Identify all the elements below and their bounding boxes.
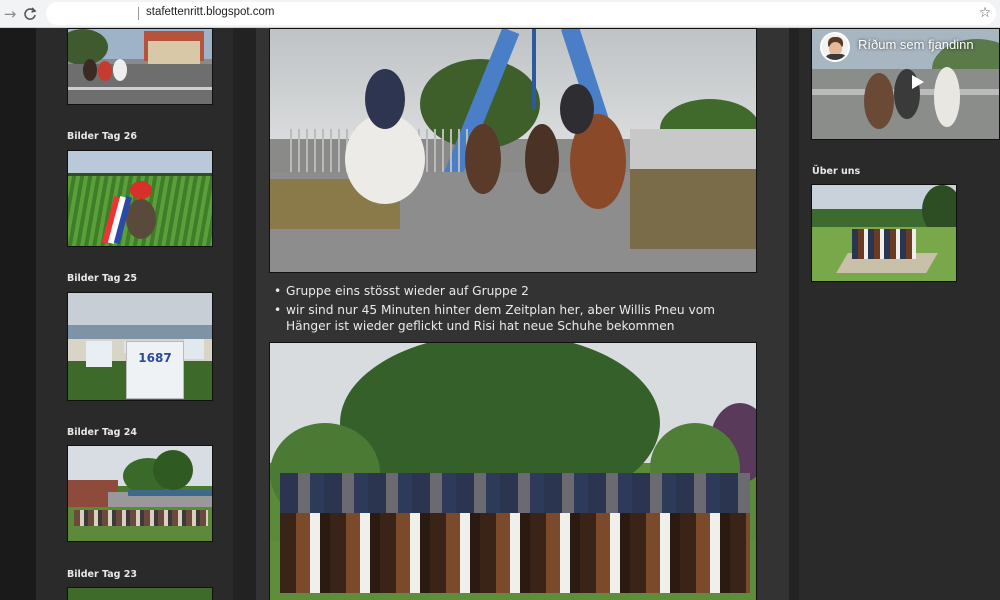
- video-title[interactable]: Ríðum sem fjandinn: [858, 37, 974, 52]
- beach-chair-number: 1687: [138, 351, 172, 365]
- section-title-tag23: Bilder Tag 23: [67, 569, 137, 580]
- reload-icon[interactable]: [20, 4, 40, 24]
- sidebar-photo-tag23[interactable]: [67, 587, 213, 600]
- section-title-tag26: Bilder Tag 26: [67, 131, 137, 142]
- bullet-item-1: Gruppe eins stösst wieder auf Gruppe 2: [272, 283, 742, 300]
- play-icon[interactable]: [905, 72, 931, 92]
- right-gutter: [789, 28, 799, 600]
- sidebar-photo-tag24[interactable]: [67, 445, 213, 542]
- section-title-about: Über uns: [812, 166, 861, 177]
- sidebar-photo-tag27[interactable]: [67, 28, 213, 105]
- channel-avatar[interactable]: [820, 32, 850, 62]
- address-separator: [138, 7, 139, 20]
- main-photo-bridge-riders[interactable]: [269, 28, 757, 273]
- about-photo[interactable]: [811, 184, 957, 282]
- left-gutter: [0, 28, 36, 600]
- inner-gutter: [233, 28, 256, 600]
- back-arrow-icon[interactable]: →: [0, 4, 20, 24]
- star-icon[interactable]: ☆: [976, 4, 994, 22]
- sidebar-photo-tag26[interactable]: [67, 150, 213, 247]
- sidebar-photo-tag25[interactable]: 1687: [67, 292, 213, 401]
- bullet-item-2: wir sind nur 45 Minuten hinter dem Zeitp…: [272, 302, 742, 335]
- section-title-tag24: Bilder Tag 24: [67, 427, 137, 438]
- browser-toolbar: → stafettenritt.blogspot.com ☆: [0, 0, 1000, 28]
- url-text[interactable]: stafettenritt.blogspot.com: [146, 6, 274, 18]
- address-bar[interactable]: stafettenritt.blogspot.com ☆: [46, 2, 996, 25]
- section-title-tag25: Bilder Tag 25: [67, 273, 137, 284]
- main-photo-group[interactable]: [269, 342, 757, 600]
- post-bullet-list: Gruppe eins stösst wieder auf Gruppe 2 w…: [272, 283, 742, 337]
